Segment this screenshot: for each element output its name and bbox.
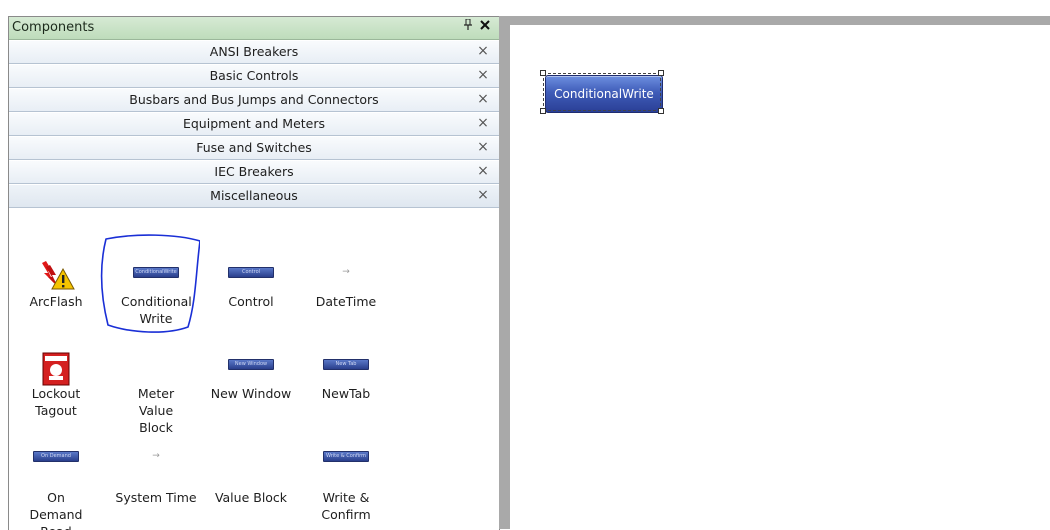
category-miscellaneous[interactable]: Miscellaneous × [9,184,499,208]
lockout-tag-icon [9,351,103,386]
component-label: Write & Confirm [321,490,371,522]
category-label: Equipment and Meters [182,116,326,131]
dash-icon [109,351,203,385]
category-label: Fuse and Switches [196,140,312,155]
component-label: System Time [115,490,197,505]
component-label: Value Block [214,490,288,505]
resize-handle[interactable] [540,70,546,76]
category-iec-breakers[interactable]: IEC Breakers × [9,160,499,184]
close-icon[interactable] [477,19,492,35]
category-close-icon[interactable]: × [475,67,491,83]
app-window: Components ANSI Breakers × Basic Control… [0,0,1050,530]
category-label: Busbars and Bus Jumps and Connectors [129,92,379,107]
component-on-demand-read[interactable]: On Demand Read On Demand Read [9,443,103,530]
component-label: New Window [210,386,292,401]
components-panel: Components ANSI Breakers × Basic Control… [8,16,500,530]
pin-icon[interactable] [460,18,475,35]
resize-handle[interactable] [658,108,664,114]
category-label: ANSI Breakers [209,44,299,59]
dash-icon: → [342,267,350,277]
button-icon: Write & Confirm [299,443,393,477]
component-label: ArcFlash [29,294,83,309]
button-icon: New Window [204,351,298,385]
category-busbars[interactable]: Busbars and Bus Jumps and Connectors × [9,88,499,112]
component-system-time[interactable]: → System Time [109,443,203,506]
component-value-block[interactable]: Value Block [204,443,298,506]
selected-conditionalwrite-control[interactable]: ConditionalWrite [540,70,664,114]
category-label: Miscellaneous [210,188,298,203]
component-label: Lockout Tagout [31,386,81,418]
panel-title: Components [12,20,95,35]
category-fuse-switches[interactable]: Fuse and Switches × [9,136,499,160]
resize-handle[interactable] [658,70,664,76]
component-arcflash[interactable]: ArcFlash [9,259,103,310]
component-lockout-tagout[interactable]: Lockout Tagout [9,351,103,419]
category-close-icon[interactable]: × [475,91,491,107]
component-label: DateTime [315,294,377,309]
annotation-circle [100,234,200,333]
component-label: On Demand Read [29,490,83,530]
button-icon: On Demand Read [9,443,103,477]
arcflash-warning-icon [9,259,103,293]
component-grid: ArcFlash ConditionalWrite Conditional Wr… [9,251,499,530]
category-close-icon[interactable]: × [475,187,491,203]
blank-icon [204,443,298,477]
component-label: Control [228,294,274,309]
category-label: Basic Controls [209,68,299,83]
conditionalwrite-button[interactable]: ConditionalWrite [545,75,663,113]
component-control[interactable]: Control Control [204,259,298,310]
category-close-icon[interactable]: × [475,115,491,131]
component-datetime[interactable]: → DateTime [299,259,393,310]
button-icon: New Tab [299,351,393,385]
category-equipment-meters[interactable]: Equipment and Meters × [9,112,499,136]
category-label: IEC Breakers [214,164,294,179]
resize-handle[interactable] [540,108,546,114]
category-basic-controls[interactable]: Basic Controls × [9,64,499,88]
category-close-icon[interactable]: × [475,163,491,179]
button-icon: Control [204,259,298,293]
dash-icon: → [152,451,160,461]
component-new-window[interactable]: New Window New Window [204,351,298,402]
components-panel-header: Components [9,17,499,40]
component-newtab[interactable]: New Tab NewTab [299,351,393,402]
splitter-bar[interactable] [499,16,510,529]
component-label: Meter Value Block [137,386,175,435]
category-close-icon[interactable]: × [475,139,491,155]
component-label: NewTab [321,386,371,401]
category-close-icon[interactable]: × [475,43,491,59]
component-write-confirm[interactable]: Write & Confirm Write & Confirm [299,443,393,523]
category-list: ANSI Breakers × Basic Controls × Busbars… [9,40,499,208]
category-ansi-breakers[interactable]: ANSI Breakers × [9,40,499,64]
component-meter-value-block[interactable]: Meter Value Block [109,351,203,436]
